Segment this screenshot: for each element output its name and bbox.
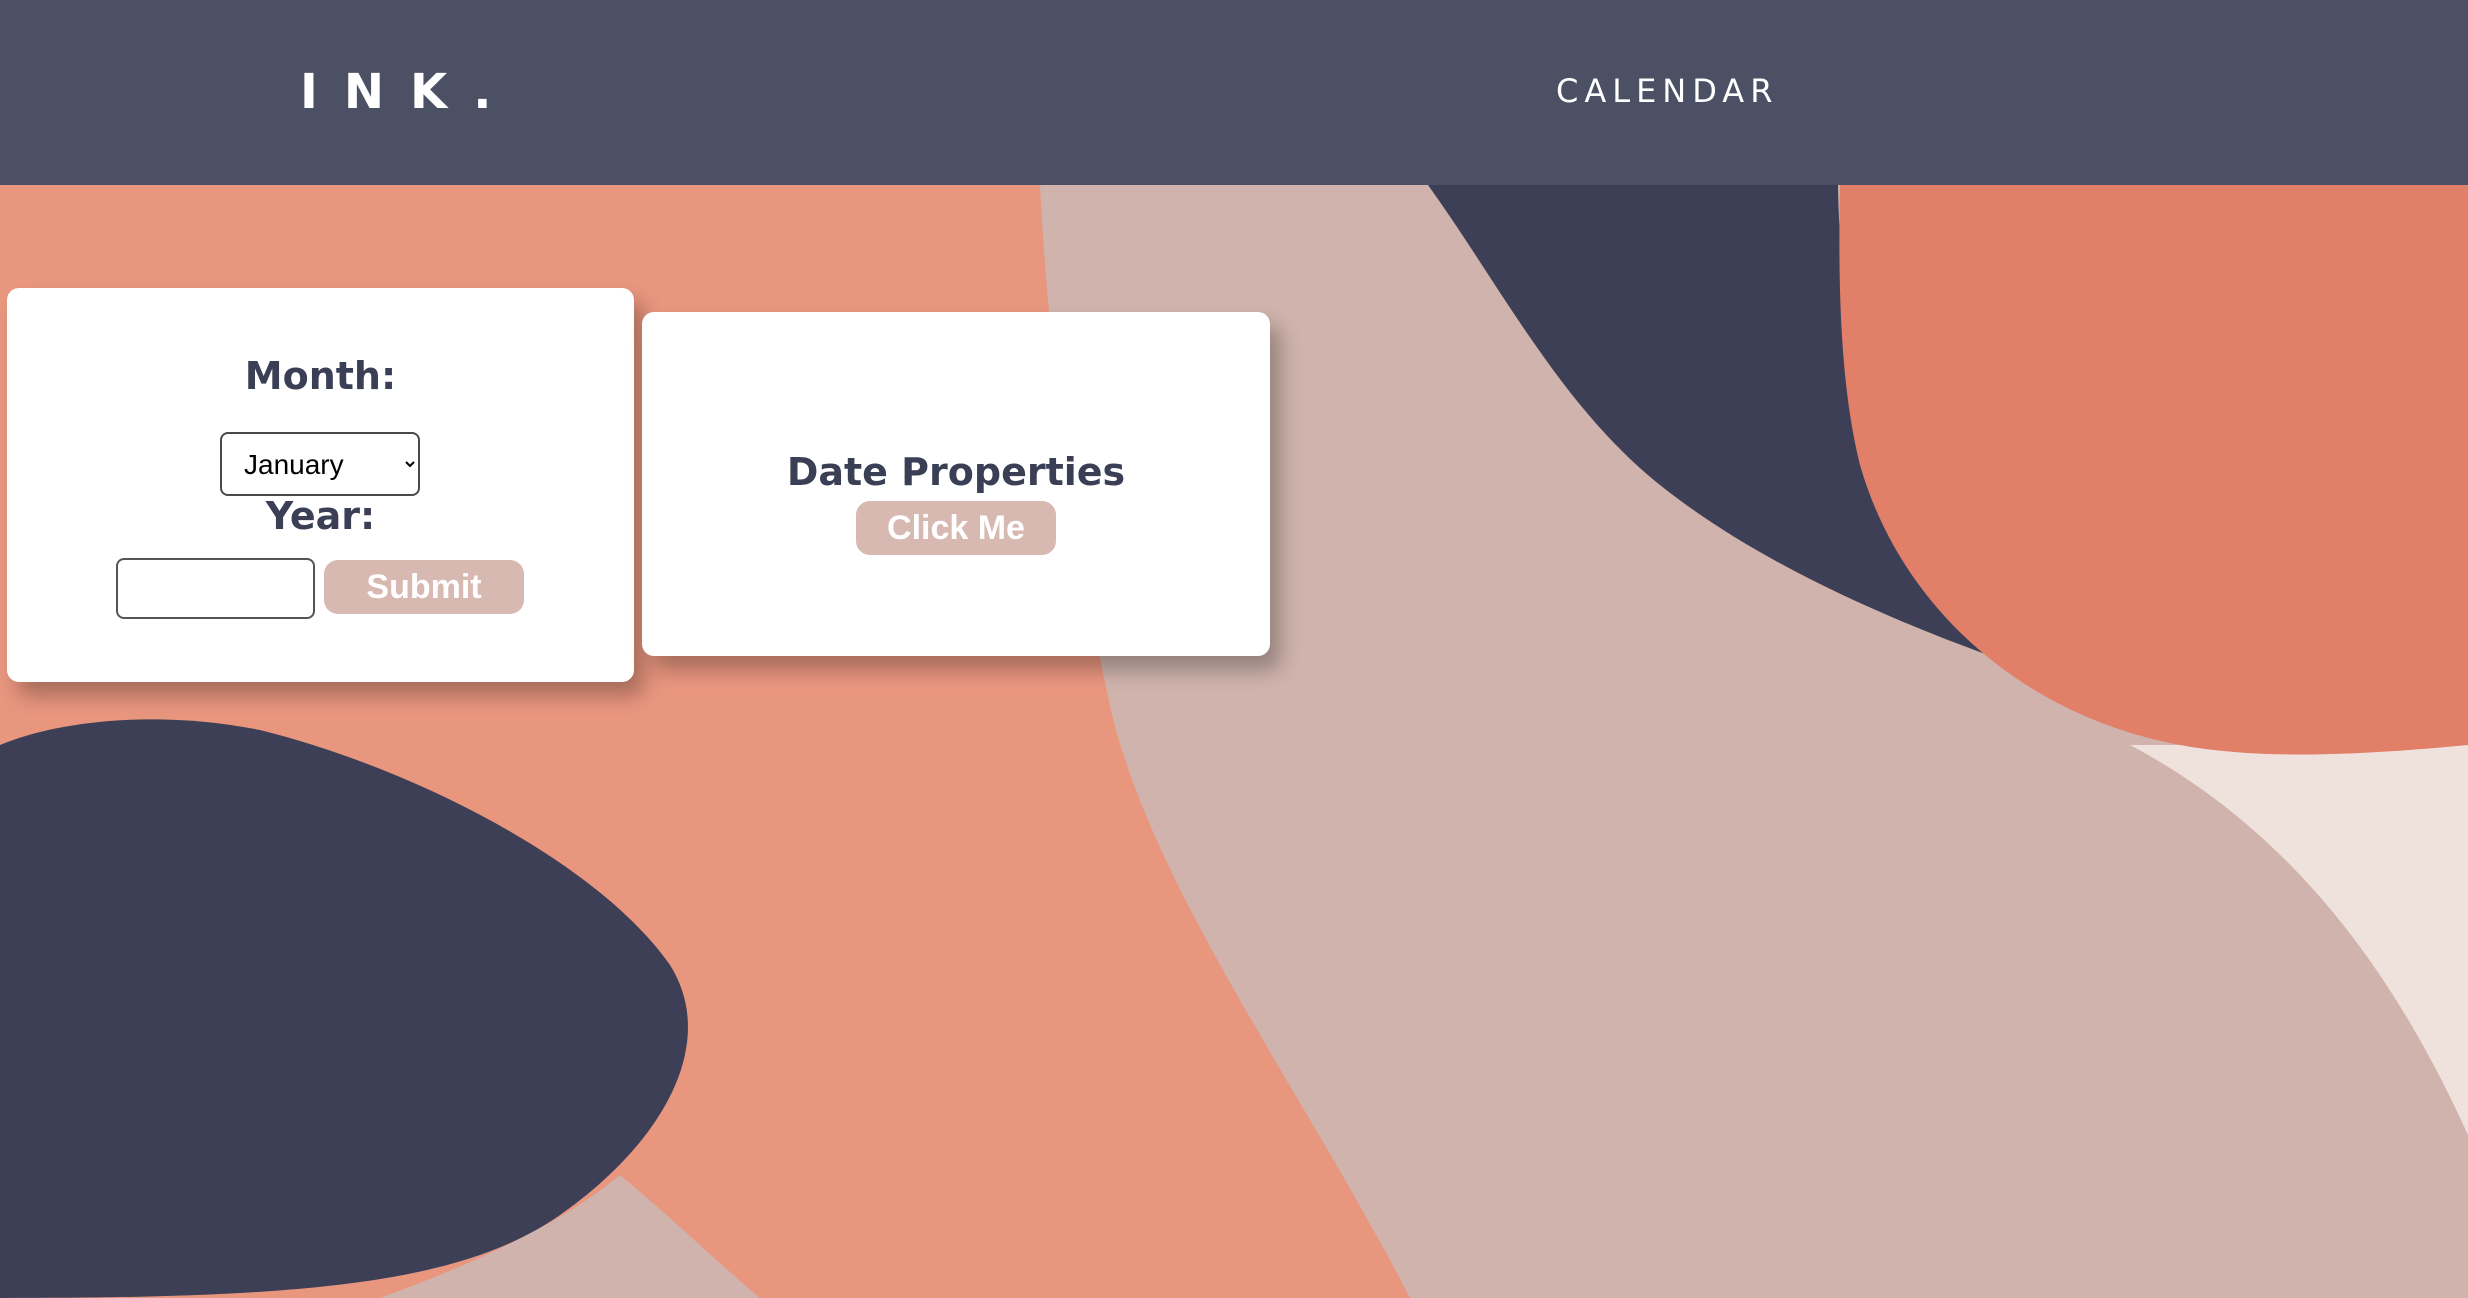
nav-calendar-link[interactable]: CALENDAR <box>1556 70 1778 112</box>
submit-button[interactable]: Submit <box>324 560 524 614</box>
date-form-card: Month: January Year: Submit <box>7 288 634 682</box>
date-properties-card: Date Properties Click Me <box>642 312 1270 656</box>
click-me-button[interactable]: Click Me <box>856 501 1056 555</box>
page: INK. CALENDAR Month: January Year: Submi… <box>0 0 2468 1298</box>
site-logo[interactable]: INK. <box>300 62 517 122</box>
month-select[interactable]: January <box>220 432 420 496</box>
month-label: Month: <box>244 354 397 398</box>
year-input[interactable] <box>116 558 315 619</box>
year-label: Year: <box>265 494 376 538</box>
top-navbar: INK. CALENDAR <box>0 0 2468 185</box>
date-properties-title: Date Properties <box>786 450 1126 494</box>
